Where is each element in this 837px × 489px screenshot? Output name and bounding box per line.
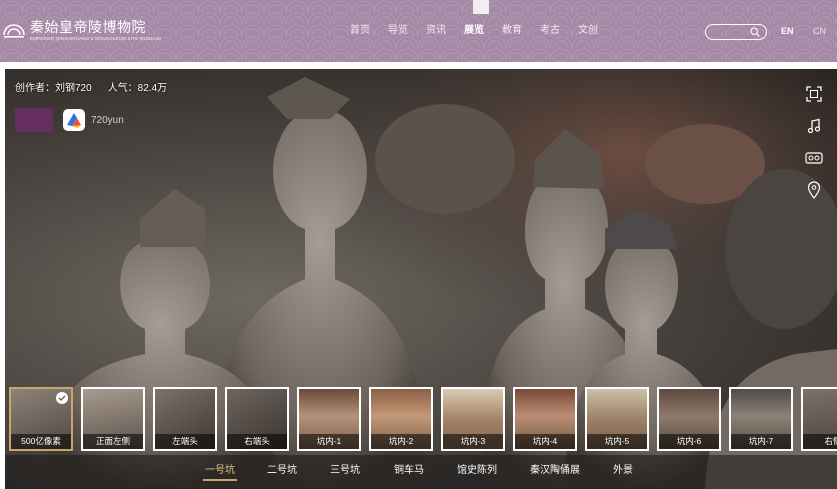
- nav-item-creative[interactable]: 文创: [578, 25, 598, 37]
- pano-credits: 创作者：刘钢720 人气：82.4万: [15, 79, 167, 94]
- active-tab-underline: [203, 479, 237, 481]
- brand-row: 720yun: [15, 108, 124, 132]
- tab-pit-2[interactable]: 二号坑: [267, 465, 297, 477]
- scene-thumb[interactable]: 坑内-6: [657, 387, 721, 451]
- vr-glasses-icon: [805, 152, 823, 164]
- thumb-label: 右端头: [227, 434, 287, 449]
- site-header: 秦始皇帝陵博物院 EMPEROR QINSHIHUANG'S MAUSOLEUM…: [0, 0, 837, 62]
- popularity-label: 人气：82.4万: [107, 83, 168, 94]
- nav-item-exhibition[interactable]: 展览: [464, 25, 484, 37]
- location-pin-icon: [807, 181, 821, 199]
- thumb-label: 坑内-6: [659, 434, 719, 449]
- scene-thumb[interactable]: 正面左侧: [81, 387, 145, 451]
- scene-thumb[interactable]: 坑内-3: [441, 387, 505, 451]
- thumb-label: 坑内-5: [587, 434, 647, 449]
- music-toggle-button[interactable]: [805, 117, 823, 135]
- creator-label: 创作者：刘钢720: [15, 83, 92, 94]
- search-input[interactable]: [713, 26, 751, 38]
- 720yun-brand-text: 720yun: [91, 114, 124, 126]
- search-box: [705, 24, 767, 40]
- nav-item-archaeology[interactable]: 考古: [540, 25, 560, 37]
- logo-title-en: EMPEROR QINSHIHUANG'S MAUSOLEUM SITE MUS…: [30, 36, 161, 41]
- scene-category-tabs: 一号坑 二号坑 三号坑 铜车马 馆史陈列 秦汉陶俑展 外景: [5, 455, 837, 489]
- museum-logo[interactable]: 秦始皇帝陵博物院 EMPEROR QINSHIHUANG'S MAUSOLEUM…: [2, 18, 161, 44]
- lang-en-link[interactable]: EN: [781, 26, 794, 36]
- nav-item-home[interactable]: 首页: [350, 25, 370, 37]
- main-nav: 首页 导览 资讯 展览 教育 考古 文创: [350, 25, 616, 37]
- scene-thumb[interactable]: 坑内-4: [513, 387, 577, 451]
- fullscreen-icon: [806, 86, 822, 102]
- tab-bronze-chariots[interactable]: 铜车马: [394, 465, 424, 477]
- scene-thumb[interactable]: 右端头: [225, 387, 289, 451]
- nav-item-news[interactable]: 资讯: [426, 25, 446, 37]
- panorama-viewer[interactable]: 创作者：刘钢720 人气：82.4万 720yun 500亿像素 正面左侧 左端…: [5, 69, 837, 489]
- logo-text: 秦始皇帝陵博物院 EMPEROR QINSHIHUANG'S MAUSOLEUM…: [30, 20, 161, 42]
- search-icon[interactable]: [750, 27, 760, 37]
- thumb-label: 500亿像素: [11, 434, 71, 449]
- tab-label: 铜车马: [394, 465, 424, 476]
- lang-cn-link[interactable]: CN: [813, 26, 826, 36]
- scene-thumbnail-strip: 500亿像素 正面左侧 左端头 右端头 坑内-1 坑内-2 坑内-3 坑内-4: [9, 387, 837, 451]
- thumb-label: 坑内-2: [371, 434, 431, 449]
- tab-pit-1[interactable]: 一号坑: [203, 465, 237, 481]
- thumb-label: 右侧: [803, 434, 837, 449]
- museum-badge-logo[interactable]: [15, 108, 53, 132]
- tab-museum-history[interactable]: 馆史陈列: [457, 465, 497, 477]
- thumb-label: 正面左侧: [83, 434, 143, 449]
- scene-thumb[interactable]: 坑内-5: [585, 387, 649, 451]
- viewer-side-toolbar: [805, 85, 823, 199]
- scene-thumb[interactable]: 坑内-7: [729, 387, 793, 451]
- tab-qin-han-figures[interactable]: 秦汉陶俑展: [530, 465, 580, 477]
- music-note-icon: [807, 118, 821, 134]
- logo-title-cn: 秦始皇帝陵博物院: [30, 20, 146, 36]
- thumb-label: 坑内-4: [515, 434, 575, 449]
- scene-thumb[interactable]: 500亿像素: [9, 387, 73, 451]
- scene-thumb[interactable]: 坑内-1: [297, 387, 361, 451]
- logo-emblem-icon: [3, 24, 25, 38]
- tab-label: 一号坑: [205, 465, 235, 476]
- tab-label: 馆史陈列: [457, 465, 497, 476]
- nav-item-education[interactable]: 教育: [502, 25, 522, 37]
- location-button[interactable]: [805, 181, 823, 199]
- tab-label: 二号坑: [267, 465, 297, 476]
- scene-thumb[interactable]: 右侧: [801, 387, 837, 451]
- 720yun-logo-icon[interactable]: [63, 109, 85, 131]
- tab-label: 外景: [613, 465, 633, 476]
- nav-active-marker: [473, 0, 489, 14]
- selected-check-icon: [56, 392, 68, 404]
- tab-exterior[interactable]: 外景: [613, 465, 633, 477]
- thumb-label: 左端头: [155, 434, 215, 449]
- tab-label: 秦汉陶俑展: [530, 465, 580, 476]
- thumb-label: 坑内-1: [299, 434, 359, 449]
- thumb-label: 坑内-3: [443, 434, 503, 449]
- vr-mode-button[interactable]: [805, 149, 823, 167]
- thumb-label: 坑内-7: [731, 434, 791, 449]
- tab-label: 三号坑: [330, 465, 360, 476]
- scene-thumb[interactable]: 坑内-2: [369, 387, 433, 451]
- tab-pit-3[interactable]: 三号坑: [330, 465, 360, 477]
- 720yun-mark-icon: [67, 113, 81, 128]
- fullscreen-button[interactable]: [805, 85, 823, 103]
- scene-thumb[interactable]: 左端头: [153, 387, 217, 451]
- nav-item-guide[interactable]: 导览: [388, 25, 408, 37]
